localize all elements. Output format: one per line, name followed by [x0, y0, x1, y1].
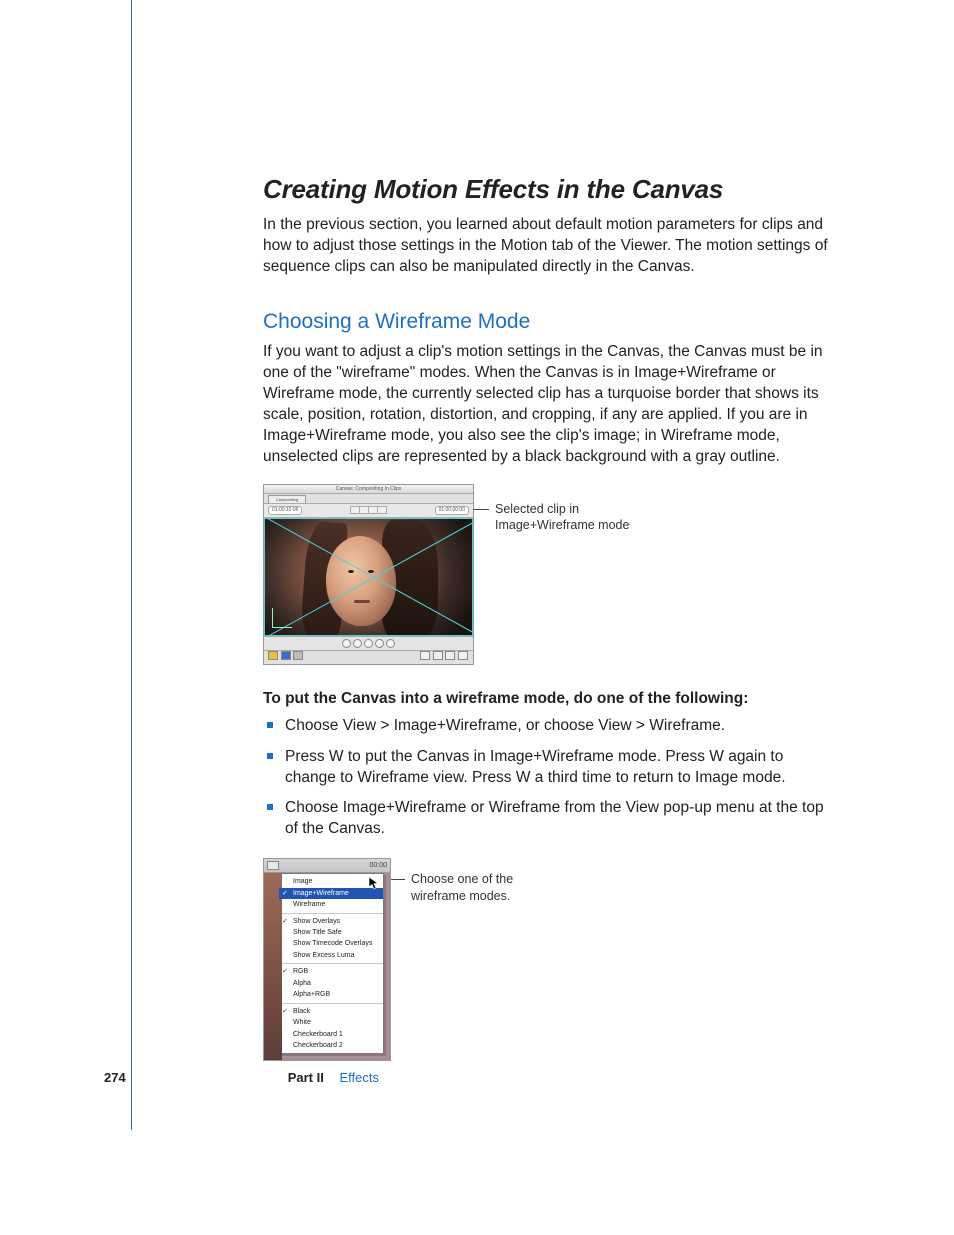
foot-btn[interactable]	[420, 651, 430, 660]
menu-group: ✓ Show Overlays Show Title Safe Show Timeco…	[279, 914, 383, 965]
foot-btn[interactable]	[445, 651, 455, 660]
check-icon: ✓	[282, 1007, 288, 1016]
callout-line1: Selected clip in	[495, 502, 579, 516]
keyframe-button[interactable]	[281, 651, 291, 660]
canvas-titlebar: Canvas: Compositing In Clips	[264, 485, 473, 494]
canvas-footer	[264, 650, 473, 664]
foot-btn[interactable]	[458, 651, 468, 660]
menu-item-label: Black	[293, 1007, 310, 1016]
menu-item[interactable]: Alpha+RGB	[279, 989, 383, 1000]
check-icon: ✓	[282, 967, 288, 976]
canvas-image-area[interactable]	[264, 518, 473, 636]
transport-controls[interactable]	[264, 636, 473, 650]
menu-item[interactable]: Wireframe	[279, 899, 383, 910]
menu-group: ✓ RGB Alpha Alpha+RGB	[279, 964, 383, 1003]
figure-canvas-wireframe: Canvas: Compositing In Clips Compositing…	[263, 484, 838, 665]
menu-item-label: Show Title Safe	[293, 928, 342, 937]
menu-item[interactable]: White	[279, 1017, 383, 1028]
menu-item-label: Show Excess Luma	[293, 951, 354, 960]
step-fwd-icon[interactable]	[375, 639, 384, 648]
intro-paragraph: In the previous section, you learned abo…	[263, 215, 838, 278]
callout-line2: wireframe modes.	[411, 889, 510, 903]
view-popup-menu[interactable]: Image ✓ Image+Wireframe Wireframe ✓ Show Over…	[278, 873, 384, 1054]
menu-item[interactable]: ✓ RGB	[279, 966, 383, 977]
timecode-left[interactable]: 01:00:10:06	[268, 506, 302, 515]
instruction-heading: To put the Canvas into a wireframe mode,…	[263, 689, 838, 710]
menu-item-label: Checkerboard 1	[293, 1030, 343, 1039]
menu-item-label: Image+Wireframe	[293, 889, 349, 898]
timecode-fragment: 00:00	[369, 861, 387, 870]
angle-indicator	[272, 608, 292, 628]
callout-text: Choose one of the wireframe modes.	[411, 871, 561, 904]
menu-item[interactable]: Show Excess Luma	[279, 950, 383, 961]
menu-item-label: Image	[293, 877, 312, 886]
menu-item-label: Alpha	[293, 979, 311, 988]
section-title: Creating Motion Effects in the Canvas	[263, 172, 838, 207]
canvas-window: Canvas: Compositing In Clips Compositing…	[263, 484, 474, 665]
step-back-icon[interactable]	[353, 639, 362, 648]
list-item: Press W to put the Canvas in Image+Wiref…	[263, 747, 838, 789]
margin-rule	[131, 0, 132, 1130]
instruction-list: Choose View > Image+Wireframe, or choose…	[263, 716, 838, 841]
callout-line	[473, 509, 489, 510]
check-icon: ✓	[282, 889, 288, 898]
menu-item[interactable]: Show Title Safe	[279, 927, 383, 938]
menu-item-label: RGB	[293, 967, 308, 976]
menu-item[interactable]: Alpha	[279, 978, 383, 989]
sub-heading: Choosing a Wireframe Mode	[263, 308, 838, 336]
timecode-right[interactable]: 01:00:00:00	[435, 506, 469, 515]
play-icon[interactable]	[364, 639, 373, 648]
page-content: Creating Motion Effects in the Canvas In…	[263, 172, 838, 1085]
go-end-icon[interactable]	[386, 639, 395, 648]
page-number: 274	[104, 1069, 126, 1087]
menu-item[interactable]: ✓ Show Overlays	[279, 916, 383, 927]
menu-item-label: Wireframe	[293, 900, 325, 909]
menu-item[interactable]: Show Timecode Overlays	[279, 938, 383, 949]
wireframe-paragraph: If you want to adjust a clip's motion se…	[263, 342, 838, 468]
menu-item-label: Show Overlays	[293, 917, 340, 926]
callout-line1: Choose one of the	[411, 872, 513, 886]
part-name: Effects	[339, 1070, 379, 1085]
inout-button[interactable]	[293, 651, 303, 660]
menu-item-label: Checkerboard 2	[293, 1041, 343, 1050]
part-number: Part II	[288, 1070, 324, 1085]
menu-item-label: Show Timecode Overlays	[293, 939, 372, 948]
check-icon: ✓	[282, 917, 288, 926]
callout-line	[391, 879, 405, 880]
canvas-tab[interactable]: Compositing	[268, 495, 306, 503]
list-item: Choose View > Image+Wireframe, or choose…	[263, 716, 838, 737]
selection-border	[264, 518, 473, 636]
view-popup-screenshot: 00:00 Image ✓ Image+Wireframe Wireframe ✓ Sho…	[263, 858, 391, 1061]
cursor-icon	[368, 876, 380, 893]
toolbar-strip: 00:00	[264, 859, 390, 873]
page-footer: 274 Part II Effects	[104, 1069, 804, 1087]
callout-line2: Image+Wireframe mode	[495, 518, 629, 532]
menu-item-label: White	[293, 1018, 311, 1027]
menu-item[interactable]: Checkerboard 2	[279, 1040, 383, 1051]
figure-view-menu: 00:00 Image ✓ Image+Wireframe Wireframe ✓ Sho…	[263, 858, 838, 1061]
list-item: Choose Image+Wireframe or Wireframe from…	[263, 798, 838, 840]
view-segments[interactable]	[351, 506, 387, 514]
go-start-icon[interactable]	[342, 639, 351, 648]
part-label: Part II Effects	[288, 1069, 379, 1087]
callout-text: Selected clip in Image+Wireframe mode	[495, 501, 635, 534]
menu-item[interactable]: ✓ Black	[279, 1006, 383, 1017]
menu-item[interactable]: Checkerboard 1	[279, 1029, 383, 1040]
canvas-toolbar: 01:00:10:06 01:00:00:00	[264, 504, 473, 518]
menu-item-label: Alpha+RGB	[293, 990, 330, 999]
menu-group: ✓ Black White Checkerboard 1 Checkerboard 2	[279, 1004, 383, 1054]
view-popup-button[interactable]	[267, 861, 279, 870]
canvas-tabrow: Compositing	[264, 494, 473, 504]
foot-btn[interactable]	[433, 651, 443, 660]
marker-button[interactable]	[268, 651, 278, 660]
